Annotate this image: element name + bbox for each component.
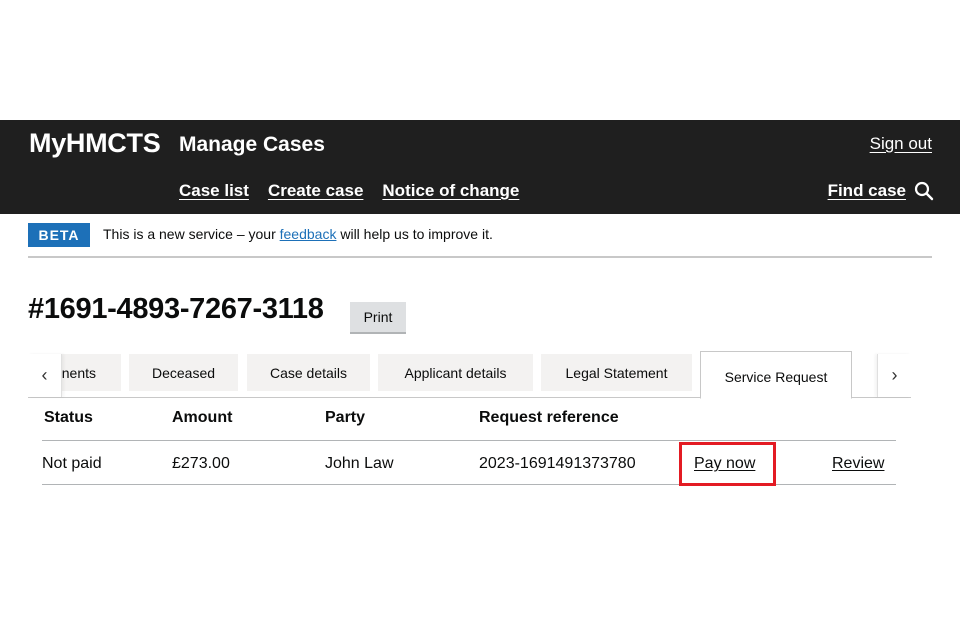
chevron-right-icon: › xyxy=(891,365,898,385)
service-name[interactable]: Manage Cases xyxy=(179,133,325,157)
tab-case-details[interactable]: Case details xyxy=(247,354,370,391)
tabs-prev-button[interactable]: ‹ xyxy=(28,354,62,397)
tabs-next-button[interactable]: › xyxy=(877,354,911,397)
primary-nav: Case list Create case Notice of change xyxy=(179,181,519,201)
feedback-link[interactable]: feedback xyxy=(280,226,337,242)
party-cell: John Law xyxy=(325,455,394,472)
nav-case-list[interactable]: Case list xyxy=(179,181,249,201)
beta-tag: BETA xyxy=(28,223,90,247)
find-case[interactable]: Find case xyxy=(828,181,934,201)
chevron-left-icon: ‹ xyxy=(41,365,48,385)
pay-now-highlight-box xyxy=(679,442,776,486)
column-header-party: Party xyxy=(325,409,366,426)
tab-documents[interactable]: nents xyxy=(62,354,121,391)
nav-create-case[interactable]: Create case xyxy=(268,181,363,201)
status-cell: Not paid xyxy=(42,455,102,472)
review-link[interactable]: Review xyxy=(832,455,884,473)
brand-logo[interactable]: MyHMCTS xyxy=(29,128,161,159)
column-header-amount: Amount xyxy=(172,409,233,426)
column-header-status: Status xyxy=(44,409,93,426)
sign-out-link[interactable]: Sign out xyxy=(870,134,932,154)
column-header-request-reference: Request reference xyxy=(479,409,619,426)
search-icon[interactable] xyxy=(914,181,934,201)
find-case-link[interactable]: Find case xyxy=(828,181,906,201)
tab-service-request[interactable]: Service Request xyxy=(700,351,852,399)
tab-deceased[interactable]: Deceased xyxy=(129,354,238,391)
phase-banner: BETA This is a new service – your feedba… xyxy=(28,223,932,258)
table-header-row: Status Amount Party Request reference xyxy=(42,404,896,441)
phase-text-before: This is a new service – your xyxy=(103,226,280,242)
phase-banner-text: This is a new service – your feedback wi… xyxy=(103,226,493,242)
tab-applicant-details[interactable]: Applicant details xyxy=(378,354,533,391)
nav-notice-of-change[interactable]: Notice of change xyxy=(382,181,519,201)
case-reference-title: #1691-4893-7267-3118 xyxy=(28,293,324,325)
amount-cell: £273.00 xyxy=(172,455,230,472)
phase-text-after: will help us to improve it. xyxy=(336,226,493,242)
case-tabs: nents Deceased Case details Applicant de… xyxy=(28,351,911,399)
print-button[interactable]: Print xyxy=(350,302,406,334)
request-reference-cell: 2023-1691491373780 xyxy=(479,455,636,472)
tab-legal-statement[interactable]: Legal Statement xyxy=(541,354,692,391)
